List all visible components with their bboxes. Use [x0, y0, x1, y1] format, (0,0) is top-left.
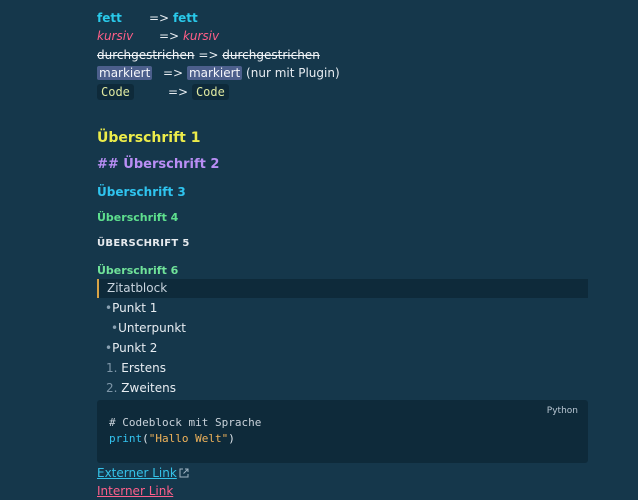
mark-source: markiert — [97, 66, 153, 80]
bold-arrow: => — [149, 11, 170, 25]
ordered-item-2-label: Zweitens — [121, 381, 176, 395]
code-string: "Hallo Welt" — [148, 432, 229, 445]
strike-result: durchgestrichen — [222, 48, 320, 62]
mark-note: (nur mit Plugin) — [246, 66, 340, 80]
strike-example-row: durchgestrichen => durchgestrichen — [97, 46, 320, 64]
bullet-item-1-label: Punkt 1 — [112, 301, 158, 315]
code-arrow: => — [168, 85, 189, 99]
internal-link[interactable]: Interner Link — [97, 484, 173, 498]
blockquote-text: Zitatblock — [107, 281, 168, 295]
italic-arrow: => — [159, 29, 180, 43]
strike-source: durchgestrichen — [97, 48, 195, 62]
ordered-number-1: 1. — [106, 361, 118, 375]
code-line-comment: # Codeblock mit Sprache — [109, 416, 262, 429]
mark-example-row: markiert — [97, 64, 153, 82]
italic-source: kursiv — [97, 29, 134, 43]
bold-result: fett — [172, 11, 198, 25]
ordered-item-1-label: Erstens — [121, 361, 166, 375]
bullet-item-2-label: Punkt 2 — [112, 341, 158, 355]
mark-result: markiert — [186, 66, 243, 80]
code-function: print — [109, 432, 143, 445]
external-link[interactable]: Externer Link — [97, 466, 177, 480]
heading-3: Überschrift 3 — [97, 185, 186, 199]
heading-2: ## Überschrift 2 — [97, 157, 220, 172]
code-source: Code — [97, 84, 134, 100]
heading-4: Überschrift 4 — [97, 211, 179, 224]
bold-example-row: fett — [97, 9, 122, 27]
heading-6: Überschrift 6 — [97, 264, 179, 277]
heading-5: Überschrift 5 — [97, 238, 190, 249]
ordered-item-1: 1. Erstens — [106, 359, 166, 377]
bold-arrow-row: => fett — [149, 9, 198, 27]
heading-1: Überschrift 1 — [97, 130, 201, 146]
code-paren-open: ( — [142, 432, 149, 445]
ordered-number-2: 2. — [106, 381, 118, 395]
bullet-subitem-1-label: Unterpunkt — [118, 321, 186, 335]
mark-arrow: => — [163, 66, 184, 80]
external-link-row: Externer Link — [97, 464, 189, 482]
mark-arrow-row: => markiert (nur mit Plugin) — [163, 64, 340, 82]
bullet-item-2: •Punkt 2 — [105, 339, 157, 357]
blockquote: Zitatblock — [97, 279, 588, 298]
code-block-language: Python — [546, 406, 578, 416]
code-line-print: print("Hallo Welt") — [109, 431, 235, 447]
italic-arrow-row: => kursiv — [159, 27, 219, 45]
code-arrow-row: => Code — [168, 83, 229, 101]
italic-result: kursiv — [182, 29, 220, 43]
code-result: Code — [191, 84, 229, 100]
code-example-row: Code — [97, 83, 134, 101]
external-link-icon — [179, 468, 189, 478]
bullet-item-1: •Punkt 1 — [105, 299, 157, 317]
code-block: Python # Codeblock mit Sprache print("Ha… — [97, 400, 588, 463]
ordered-item-2: 2. Zweitens — [106, 379, 176, 397]
bold-source: fett — [97, 11, 122, 25]
bullet-subitem-1: •Unterpunkt — [111, 319, 186, 337]
internal-link-row: Interner Link — [97, 482, 173, 500]
strike-arrow: => — [198, 48, 219, 62]
italic-example-row: kursiv — [97, 27, 133, 45]
code-paren-close: ) — [228, 432, 235, 445]
